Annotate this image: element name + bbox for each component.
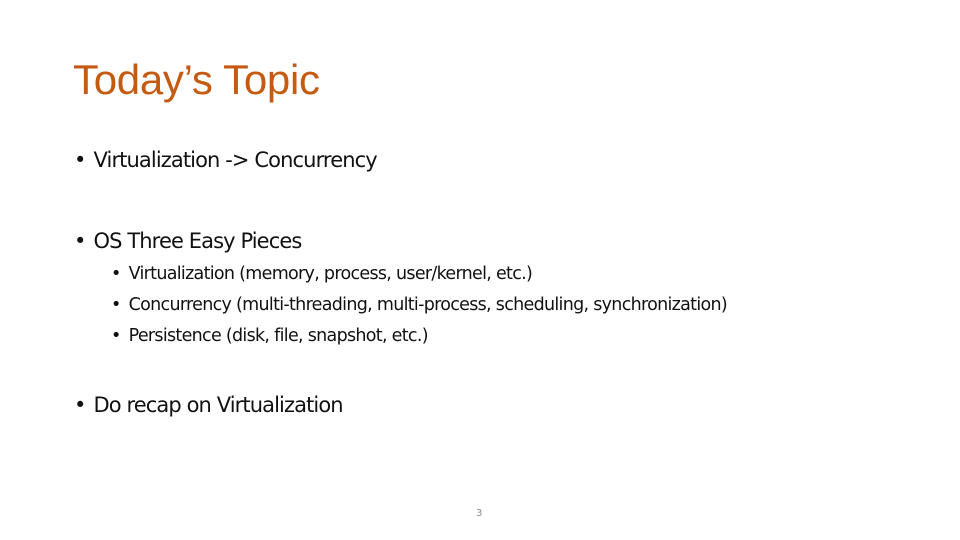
bullet-text: Virtualization -> Concurrency: [93, 148, 378, 172]
bullet-icon: •: [111, 295, 121, 315]
bullet-text: Do recap on Virtualization: [93, 393, 344, 417]
sub-bullet-text: Persistence (disk, file, snapshot, etc.): [128, 326, 429, 346]
bullet-icon: •: [111, 326, 121, 346]
bullet-text: OS Three Easy Pieces: [93, 229, 303, 253]
sub-bullet-item: • Persistence (disk, file, snapshot, etc.…: [111, 326, 429, 346]
bullet-item: • OS Three Easy Pieces: [74, 229, 303, 253]
bullet-icon: •: [111, 264, 121, 284]
bullet-icon: •: [74, 393, 86, 417]
page-number: 3: [476, 508, 483, 519]
bullet-item: • Virtualization -> Concurrency: [74, 148, 378, 172]
sub-bullet-item: • Concurrency (multi-threading, multi-pro…: [111, 295, 728, 315]
sub-bullet-text: Concurrency (multi-threading, multi-proc…: [128, 295, 728, 315]
bullet-item: • Do recap on Virtualization: [74, 393, 344, 417]
slide-title: Today’s Topic: [73, 56, 320, 103]
sub-bullet-item: • Virtualization (memory, process, user/k…: [111, 264, 533, 284]
bullet-icon: •: [74, 148, 86, 172]
sub-bullet-text: Virtualization (memory, process, user/ke…: [128, 264, 533, 284]
bullet-icon: •: [74, 229, 86, 253]
